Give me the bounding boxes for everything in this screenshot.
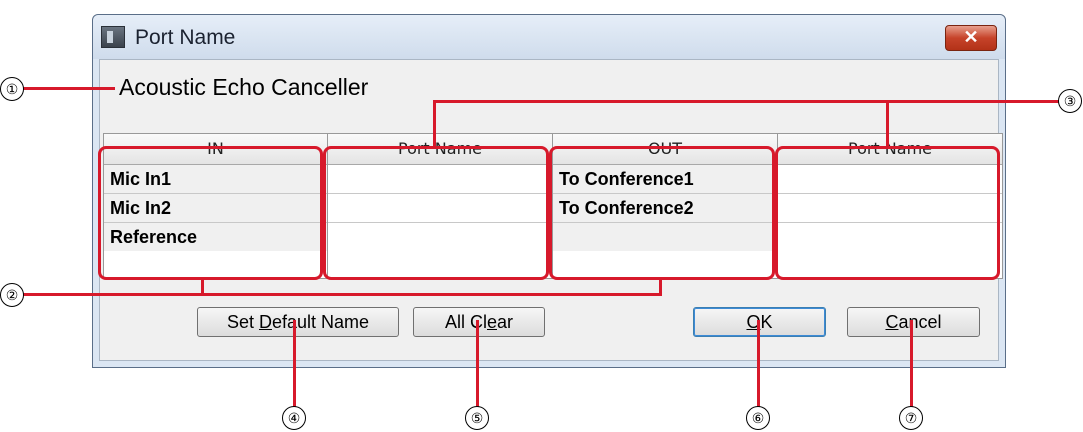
callout-4-line <box>293 320 296 408</box>
callout-2-line <box>22 293 662 296</box>
set-default-name-button[interactable]: Set Default Name <box>197 307 399 337</box>
out-column-highlight <box>549 146 775 280</box>
callout-2: ② <box>0 283 24 307</box>
callout-3-tick-left <box>433 100 436 146</box>
callout-5: ⑤ <box>465 406 489 430</box>
callout-3: ③ <box>1058 89 1082 113</box>
in-column-highlight <box>98 146 323 280</box>
window-title: Port Name <box>135 26 236 49</box>
close-button[interactable]: ✕ <box>945 25 997 51</box>
callout-7: ⑦ <box>899 406 923 430</box>
close-icon: ✕ <box>963 27 979 47</box>
callout-4: ④ <box>282 406 306 430</box>
cancel-button[interactable]: Cancel <box>847 307 980 337</box>
callout-2-tick-left <box>201 280 204 295</box>
in-port-name-highlight <box>323 146 549 280</box>
callout-3-line <box>433 100 1062 103</box>
app-icon <box>101 26 125 48</box>
component-name: Acoustic Echo Canceller <box>119 74 369 100</box>
callout-2-tick-right <box>659 280 662 295</box>
callout-7-line <box>910 320 913 408</box>
callout-5-line <box>476 320 479 408</box>
callout-3-tick-right <box>886 100 889 146</box>
callout-1: ① <box>0 77 24 101</box>
out-port-name-highlight <box>775 146 1000 280</box>
callout-6: ⑥ <box>746 406 770 430</box>
callout-1-line <box>22 87 115 90</box>
title-bar[interactable]: Port Name ✕ <box>93 15 1005 59</box>
all-clear-button[interactable]: All Clear <box>413 307 545 337</box>
callout-6-line <box>757 320 760 408</box>
